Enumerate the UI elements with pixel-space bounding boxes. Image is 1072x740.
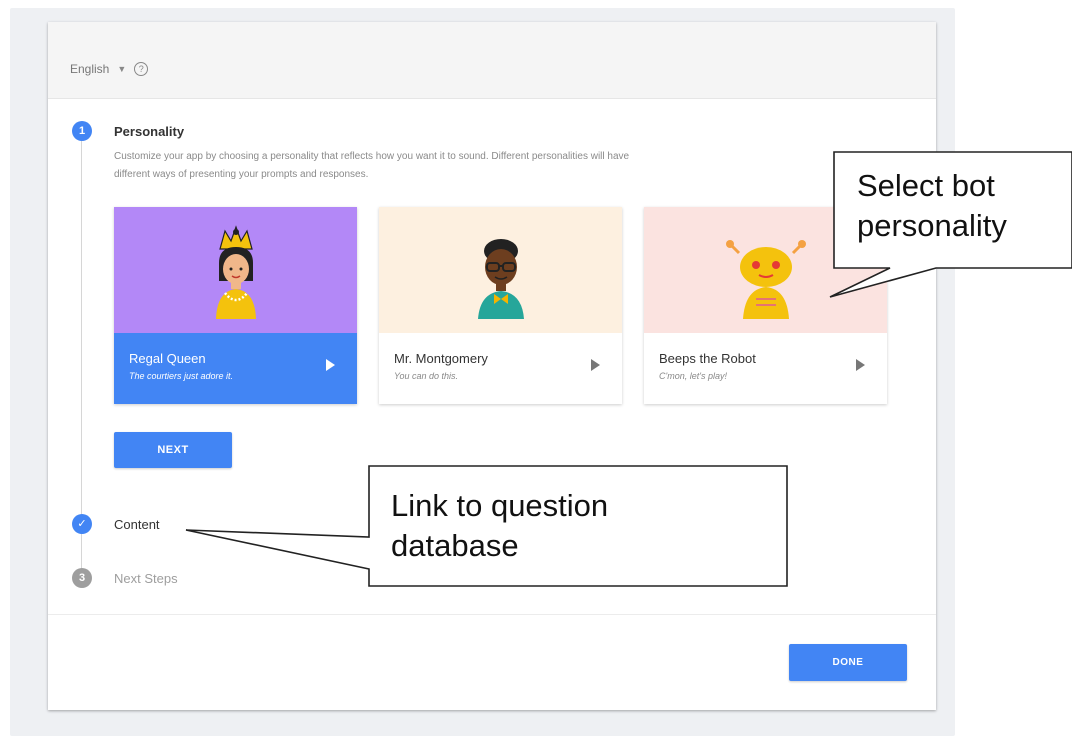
personality-card-info: Regal Queen The courtiers just adore it. (114, 333, 357, 404)
personality-name: Regal Queen (129, 351, 206, 366)
callout-personality-text: Select bot personality (857, 166, 1007, 246)
help-icon[interactable]: ? (134, 62, 149, 76)
step-3-indicator: 3 (72, 568, 92, 588)
personality-tagline: The courtiers just adore it. (129, 371, 234, 381)
next-button[interactable]: NEXT (114, 432, 232, 468)
step-2-check-icon: ✓ (72, 514, 92, 534)
personality-tagline: You can do this. (394, 371, 459, 381)
step-personality-title[interactable]: Personality (114, 124, 184, 139)
personality-card-mr-montgomery[interactable]: Mr. Montgomery You can do this. (379, 207, 622, 404)
montgomery-avatar-icon (477, 239, 524, 319)
play-icon[interactable] (856, 359, 865, 371)
play-icon[interactable] (591, 359, 600, 371)
personality-card-regal-queen[interactable]: Regal Queen The courtiers just adore it. (114, 207, 357, 404)
callout-content-text: Link to question database (391, 486, 608, 566)
chevron-down-icon: ▼ (117, 64, 127, 74)
callout-line: database (391, 528, 519, 563)
personality-name: Mr. Montgomery (394, 351, 488, 366)
personality-name: Beeps the Robot (659, 351, 756, 366)
callout-line: Select bot (857, 168, 995, 203)
step-personality-description: Customize your app by choosing a persona… (114, 151, 630, 180)
callout-line: personality (857, 208, 1007, 243)
step-content-title[interactable]: Content (114, 517, 160, 532)
done-button[interactable]: DONE (789, 644, 907, 681)
montgomery-illustration (379, 207, 622, 333)
step-1-indicator: 1 (72, 121, 92, 141)
personality-card-beeps-the-robot[interactable]: Beeps the Robot C'mon, let's play! (644, 207, 887, 404)
queen-illustration (114, 207, 357, 333)
personality-card-info: Beeps the Robot C'mon, let's play! (644, 333, 887, 404)
robot-avatar-icon (725, 240, 806, 319)
language-label: English (70, 62, 110, 76)
dialog-header: English ▼ ? (48, 22, 936, 99)
robot-illustration (644, 207, 887, 333)
personality-tagline: C'mon, let's play! (659, 371, 727, 381)
stepper-line (81, 122, 82, 577)
play-icon[interactable] (326, 359, 335, 371)
language-selector[interactable]: English ▼ ? (70, 62, 149, 76)
personality-card-info: Mr. Montgomery You can do this. (379, 333, 622, 404)
queen-avatar-icon (215, 225, 256, 319)
callout-line: Link to question (391, 488, 609, 523)
step-next-steps-title[interactable]: Next Steps (114, 571, 178, 586)
footer-divider (48, 614, 936, 615)
